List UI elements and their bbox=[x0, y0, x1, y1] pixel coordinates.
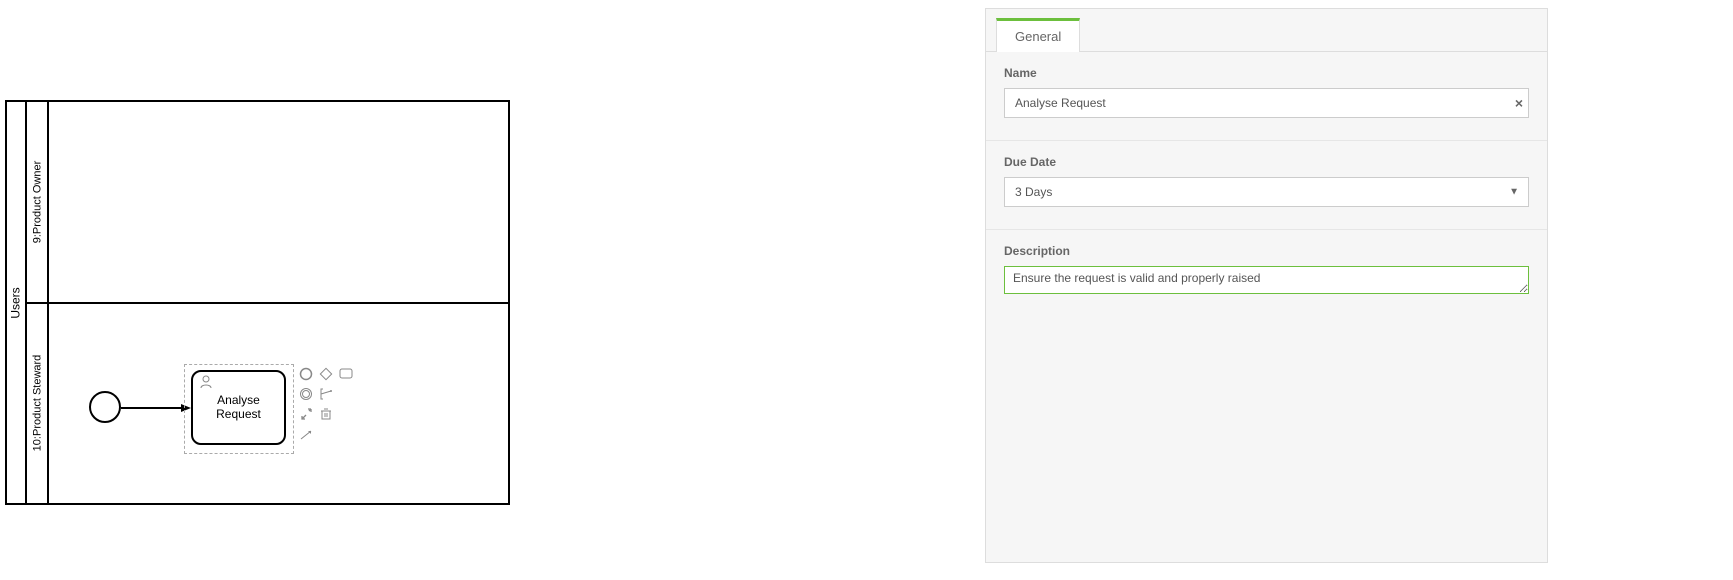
lane-content-0[interactable] bbox=[49, 102, 508, 302]
replace-icon[interactable] bbox=[299, 407, 313, 421]
start-event[interactable] bbox=[89, 391, 121, 423]
context-pad bbox=[299, 367, 353, 441]
form-row-name: Name × bbox=[986, 52, 1547, 141]
lane-label-1: 10:Product Steward bbox=[31, 355, 43, 452]
description-label: Description bbox=[1004, 244, 1529, 258]
form-row-description: Description bbox=[986, 230, 1547, 319]
tab-general-label: General bbox=[1015, 29, 1061, 44]
append-gateway-icon[interactable] bbox=[319, 367, 333, 381]
task-analyse-request[interactable]: Analyse Request bbox=[191, 370, 286, 445]
lane-label-0: 9:Product Owner bbox=[31, 160, 43, 243]
due-date-label: Due Date bbox=[1004, 155, 1529, 169]
annotation-icon[interactable] bbox=[319, 387, 333, 401]
name-input[interactable] bbox=[1004, 88, 1529, 118]
form-row-due-date: Due Date 3 Days ▼ bbox=[986, 141, 1547, 230]
lane-product-steward[interactable]: 10:Product Steward Analyse Request bbox=[27, 302, 508, 504]
clear-name-icon[interactable]: × bbox=[1515, 95, 1523, 111]
connect-icon[interactable] bbox=[299, 427, 313, 441]
properties-panel: General Name × Due Date 3 Days ▼ Descrip… bbox=[985, 8, 1548, 563]
append-intermediate-event-icon[interactable] bbox=[299, 387, 313, 401]
due-date-select[interactable]: 3 Days bbox=[1004, 177, 1529, 207]
tab-general[interactable]: General bbox=[996, 18, 1080, 52]
name-label: Name bbox=[1004, 66, 1529, 80]
pool-header[interactable]: Users bbox=[7, 102, 27, 503]
task-label: Analyse Request bbox=[193, 393, 284, 422]
panel-tabs: General bbox=[986, 9, 1547, 52]
delete-icon[interactable] bbox=[319, 407, 333, 421]
bpmn-diagram[interactable]: Users 9:Product Owner 10:Product Steward bbox=[5, 100, 510, 505]
lane-content-1[interactable]: Analyse Request bbox=[49, 304, 508, 504]
append-task-icon[interactable] bbox=[339, 367, 353, 381]
sequence-flow[interactable] bbox=[121, 403, 191, 413]
description-textarea[interactable] bbox=[1004, 266, 1529, 294]
user-task-icon bbox=[199, 375, 213, 392]
pool-label: Users bbox=[9, 287, 23, 318]
lane-product-owner[interactable]: 9:Product Owner bbox=[27, 102, 508, 302]
append-end-event-icon[interactable] bbox=[299, 367, 313, 381]
